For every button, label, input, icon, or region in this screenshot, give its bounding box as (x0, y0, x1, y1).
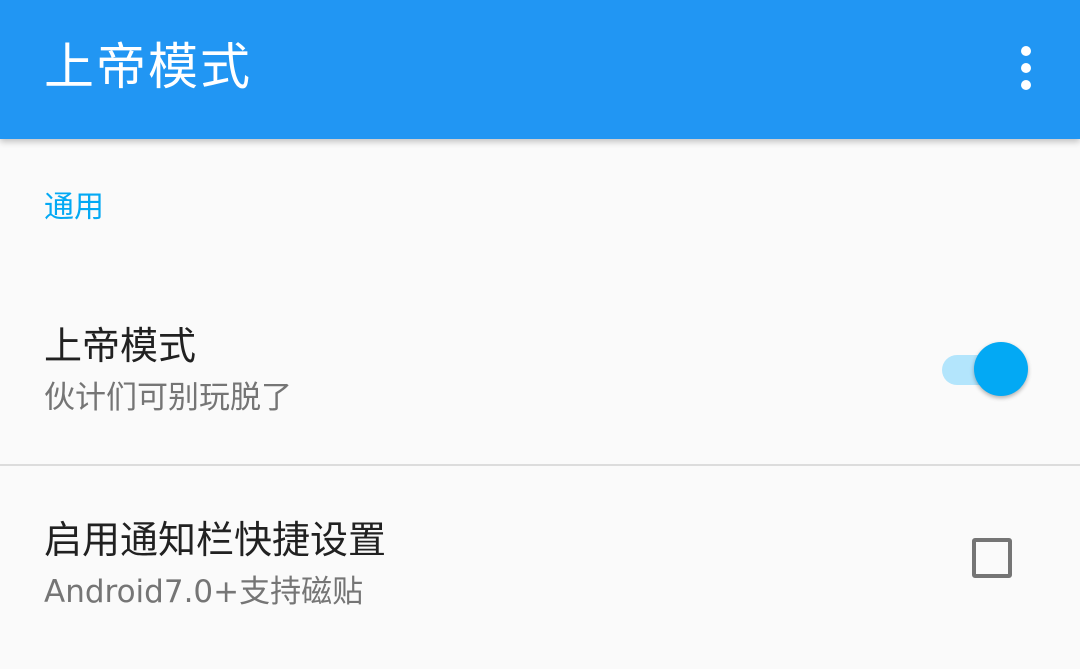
pref-summary: Android7.0+支持磁贴 (44, 574, 364, 610)
pref-item-quick-settings-tile[interactable]: 启用通知栏快捷设置 Android7.0+支持磁贴 (0, 466, 1080, 669)
pref-title: 启用通知栏快捷设置 (44, 518, 387, 562)
pref-item-god-mode[interactable]: 上帝模式 伙计们可别玩脱了 (0, 300, 1080, 464)
pref-title: 上帝模式 (44, 324, 197, 368)
pref-summary: 伙计们可别玩脱了 (44, 380, 292, 416)
more-vert-icon-dot-3 (1021, 80, 1031, 90)
page-title: 上帝模式 (44, 38, 252, 96)
overflow-menu-button[interactable] (1008, 38, 1044, 98)
app-bar: 上帝模式 (0, 0, 1080, 139)
app-window: 上帝模式 通用 上帝模式 伙计们可别玩脱了 启用通知栏快捷设置 Android7… (0, 0, 1080, 669)
god-mode-switch[interactable] (940, 340, 1032, 400)
more-vert-icon-dot-2 (1021, 63, 1031, 73)
section-header-general: 通用 (44, 190, 104, 225)
switch-thumb (974, 342, 1028, 396)
quick-settings-checkbox[interactable] (972, 538, 1012, 578)
more-vert-icon (1021, 46, 1031, 56)
